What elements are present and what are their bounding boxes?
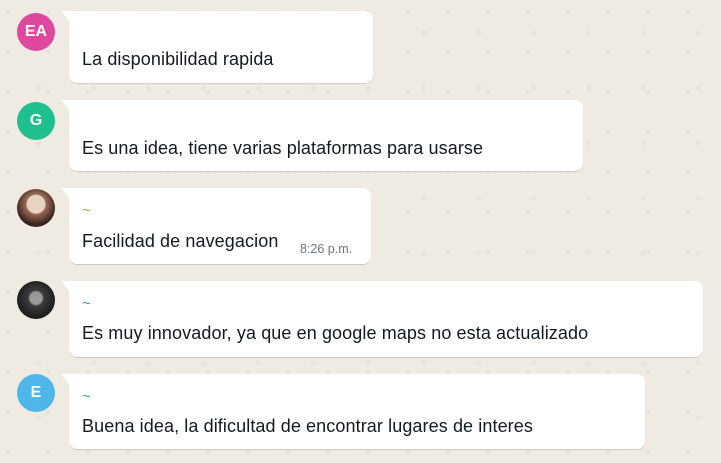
- avatar[interactable]: G: [17, 102, 55, 140]
- user-photo-icon[interactable]: [17, 281, 55, 319]
- avatar[interactable]: EA: [17, 13, 55, 51]
- message-text: La disponibilidad rapida: [82, 49, 274, 69]
- message-timestamp: 8:26 p.m.: [300, 242, 353, 256]
- message-text: Es una idea, tiene varias plataformas pa…: [82, 138, 484, 158]
- message-bubble[interactable]: ~ Facilidad de navegacion 8:26 p.m.: [61, 188, 371, 264]
- sender-name[interactable]: ~: [82, 388, 91, 405]
- message-bubble[interactable]: ~ Buena idea, la dificultad de encontrar…: [61, 374, 645, 449]
- avatar-initials: E: [30, 384, 42, 401]
- message-bubble[interactable]: Es una idea, tiene varias plataformas pa…: [61, 100, 583, 171]
- sender-name[interactable]: ~: [82, 202, 91, 219]
- message-bubble[interactable]: La disponibilidad rapida: [61, 11, 373, 83]
- avatar[interactable]: E: [17, 374, 55, 412]
- sender-name[interactable]: ~: [82, 295, 91, 312]
- avatar-initials: G: [29, 112, 43, 129]
- message-text: Buena idea, la dificultad de encontrar l…: [82, 416, 533, 436]
- message-text: Facilidad de navegacion: [82, 231, 279, 251]
- message-text: Es muy innovador, ya que en google maps …: [82, 323, 589, 343]
- chat-panel: EA La disponibilidad rapida G Es una ide…: [0, 0, 721, 463]
- avatar-initials: EA: [24, 23, 48, 40]
- user-photo-icon[interactable]: [17, 189, 55, 227]
- message-bubble[interactable]: ~ Es muy innovador, ya que en google map…: [61, 281, 703, 357]
